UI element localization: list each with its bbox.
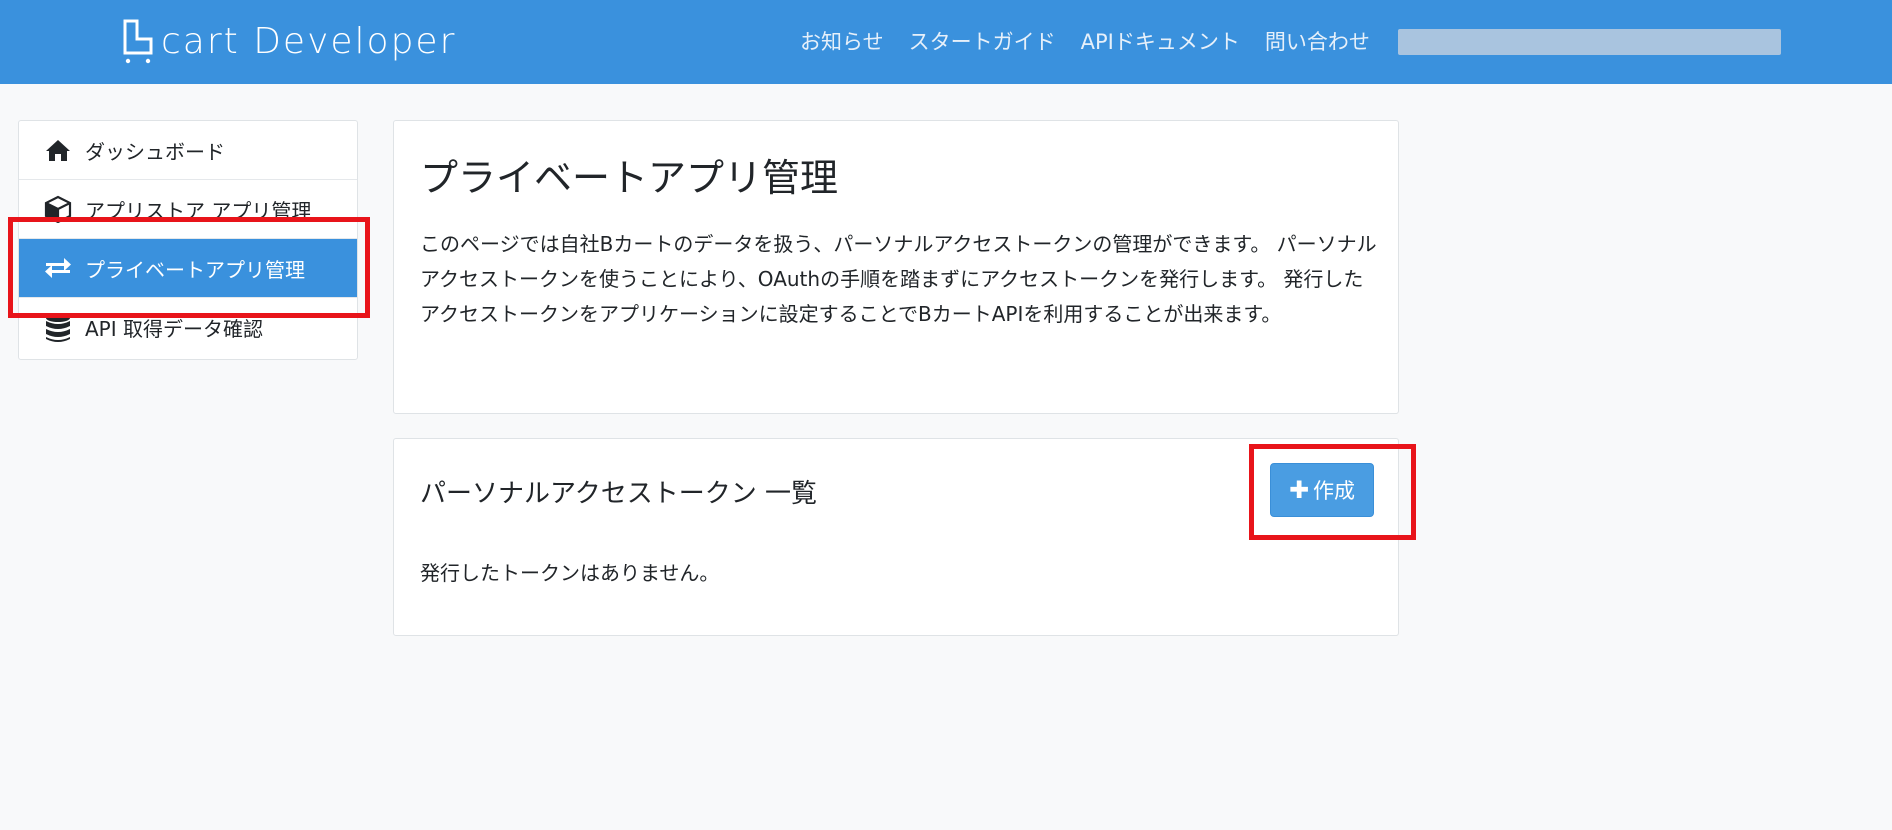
nav-link-start-guide[interactable]: スタートガイド (909, 26, 1056, 56)
create-button-label: 作成 (1313, 479, 1356, 503)
nav-link-contact[interactable]: 問い合わせ (1265, 26, 1370, 56)
sidebar-item-label: API 取得データ確認 (85, 317, 263, 341)
redacted-account-menu[interactable] (1398, 29, 1781, 55)
plus-icon: ✚ (1288, 476, 1310, 504)
page-title: プライベートアプリ管理 (420, 156, 839, 200)
box-icon (43, 194, 73, 224)
brand-logo[interactable]: cart Developer (121, 18, 456, 66)
sidebar-item-appstore[interactable]: アプリストア アプリ管理 (19, 180, 357, 239)
create-token-button[interactable]: ✚ 作成 (1270, 463, 1374, 517)
sidebar-item-api-data[interactable]: API 取得データ確認 (19, 298, 357, 357)
exchange-icon (43, 253, 73, 283)
home-icon (43, 135, 73, 165)
sidebar: ダッシュボード アプリストア アプリ管理 プライベートアプリ管理 API 取得デ… (18, 120, 358, 360)
empty-token-message: 発行したトークンはありません。 (420, 561, 720, 585)
sidebar-item-private-apps[interactable]: プライベートアプリ管理 (19, 239, 357, 298)
brand-name: cart Developer (161, 21, 457, 62)
nav-links: お知らせ スタートガイド APIドキュメント 問い合わせ (800, 24, 1395, 58)
token-list-title: パーソナルアクセストークン 一覧 (420, 479, 817, 509)
page-description: このページでは自社Bカートのデータを扱う、パーソナルアクセストークンの管理ができ… (420, 232, 1377, 326)
nav-link-news[interactable]: お知らせ (800, 26, 884, 56)
sidebar-item-dashboard[interactable]: ダッシュボード (19, 121, 357, 180)
sidebar-item-label: プライベートアプリ管理 (85, 257, 305, 282)
token-list-card: パーソナルアクセストークン 一覧 ✚ 作成 発行したトークンはありません。 (393, 438, 1399, 636)
description-card: プライベートアプリ管理 このページでは自社Bカートのデータを扱う、パーソナルアク… (393, 120, 1399, 414)
sidebar-item-label: アプリストア アプリ管理 (85, 198, 312, 223)
top-navbar: cart Developer お知らせ スタートガイド APIドキュメント 問い… (0, 0, 1892, 84)
cart-logo-icon (123, 19, 153, 64)
database-icon (43, 313, 73, 343)
nav-link-api-docs[interactable]: APIドキュメント (1081, 26, 1240, 56)
sidebar-item-label: ダッシュボード (85, 139, 225, 164)
